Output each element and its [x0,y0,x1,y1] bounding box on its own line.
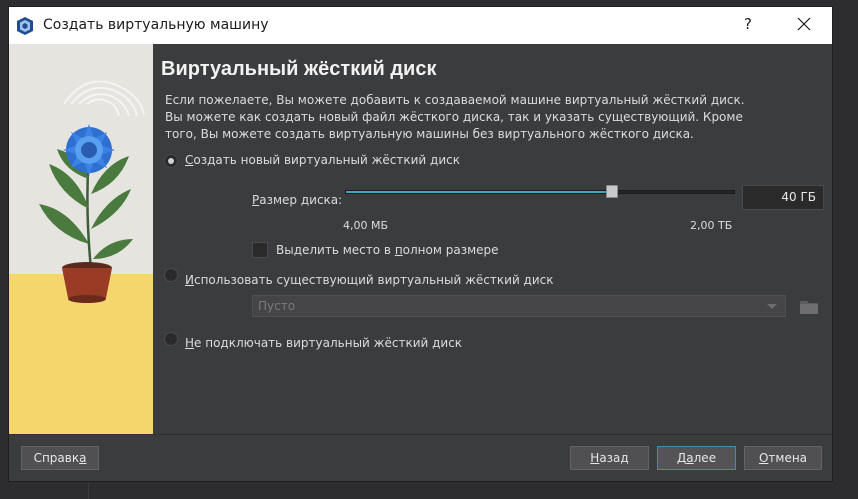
slider-handle[interactable] [606,185,618,198]
disk-size-slider[interactable] [345,185,735,198]
page-title: Виртуальный жёсткий диск [161,58,437,80]
next-button[interactable]: Далее [657,446,736,470]
no-disk-label[interactable]: Не подключать виртуальный жёсткий диск [185,336,462,350]
existing-disk-value: Пусто [258,299,296,313]
wizard-illustration [9,44,153,434]
use-existing-disk-label[interactable]: Использовать существующий виртуальный жё… [185,273,554,287]
slider-max-label: 2,00 ТБ [690,219,733,232]
button-bar-separator [9,434,832,435]
help-button[interactable]: Справка [21,446,99,470]
cancel-button[interactable]: Отмена [744,446,822,470]
virtualbox-icon [17,17,33,35]
help-titlebar-button[interactable]: ? [740,15,756,33]
back-button[interactable]: Назад [570,446,649,470]
preallocate-checkbox[interactable] [252,242,268,258]
window-title: Создать виртуальную машину [43,17,269,33]
create-new-disk-radio[interactable] [164,154,178,168]
close-icon[interactable] [795,15,813,33]
page-content: Виртуальный жёсткий диск Если пожелаете,… [153,44,832,434]
create-new-disk-label[interactable]: Создать новый виртуальный жёсткий диск [185,153,460,167]
folder-icon[interactable] [798,295,820,317]
page-description: Если пожелаете, Вы можете добавить к соз… [165,93,745,141]
slider-fill [346,191,607,193]
chevron-down-icon [767,304,777,309]
title-bar: Создать виртуальную машину ? [9,7,832,44]
no-disk-radio[interactable] [164,332,178,346]
use-existing-disk-radio[interactable] [164,268,178,282]
slider-min-label: 4,00 МБ [343,219,389,232]
disk-size-label: Размер диска: [252,193,343,207]
preallocate-label[interactable]: Выделить место в полном размере [276,243,499,257]
create-vm-dialog: Создать виртуальную машину ? Виртуальный… [8,6,833,482]
disk-size-field[interactable]: 40 ГБ [742,185,824,210]
existing-disk-select[interactable]: Пусто [252,295,786,317]
